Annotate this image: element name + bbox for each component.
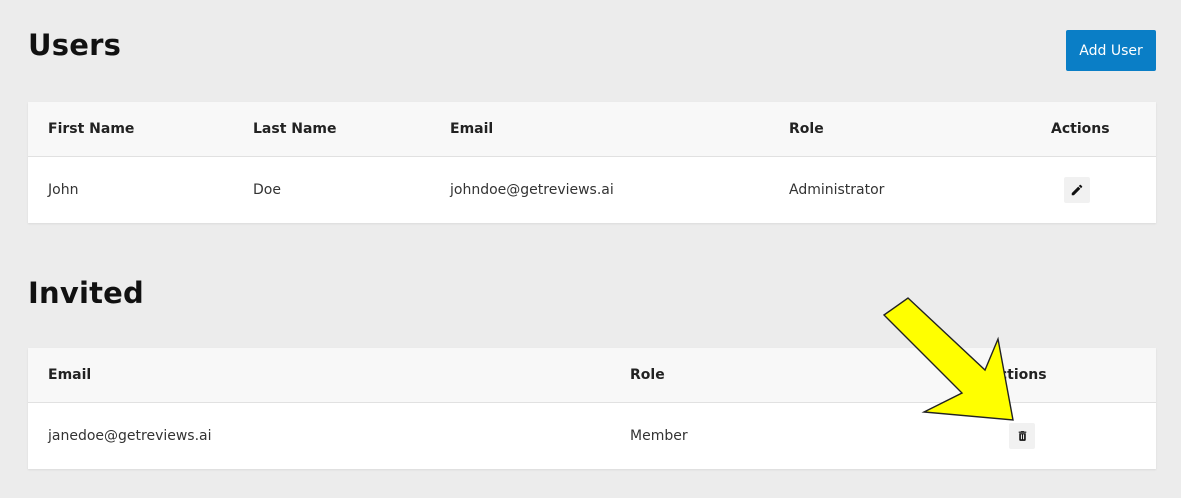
column-header-actions: Actions [1051,121,1110,137]
invite-email: janedoe@getreviews.ai [48,428,212,444]
invited-section-title: Invited [28,276,144,310]
page: Users Add User First Name Last Name Emai… [0,0,1181,498]
column-header-role[interactable]: Role [789,102,824,156]
column-header-last-name[interactable]: Last Name [253,102,337,156]
column-header-email[interactable]: Email [450,102,493,156]
edit-user-button[interactable] [1064,177,1090,203]
user-email: johndoe@getreviews.ai [450,182,614,198]
pencil-icon [1070,183,1084,197]
users-table-header: First Name Last Name Email Role Actions [28,102,1156,157]
user-first-name: John [48,182,79,198]
column-header-email[interactable]: Email [48,348,91,402]
user-role: Administrator [789,182,885,198]
user-last-name: Doe [253,182,281,198]
annotation-arrow [882,297,1014,421]
users-table: First Name Last Name Email Role Actions … [28,102,1156,223]
trash-icon [1016,429,1029,443]
column-header-first-name[interactable]: First Name [48,102,134,156]
delete-invite-button[interactable] [1009,423,1035,449]
column-header-role[interactable]: Role [630,348,665,402]
invite-role: Member [630,428,688,444]
users-section-title: Users [28,28,122,62]
add-user-button[interactable]: Add User [1066,30,1156,71]
table-row: John Doe johndoe@getreviews.ai Administr… [28,157,1156,223]
